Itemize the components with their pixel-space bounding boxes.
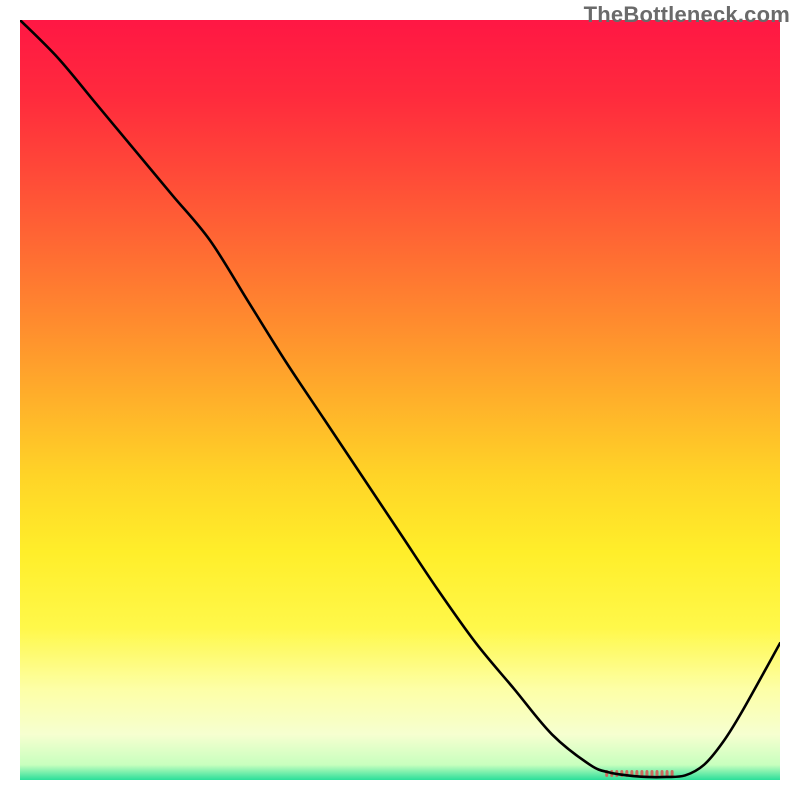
gradient-background: [20, 20, 780, 780]
plot-area: [20, 20, 780, 780]
chart-container: TheBottleneck.com: [0, 0, 800, 800]
watermark-label: TheBottleneck.com: [584, 2, 790, 28]
chart-svg: [20, 20, 780, 780]
